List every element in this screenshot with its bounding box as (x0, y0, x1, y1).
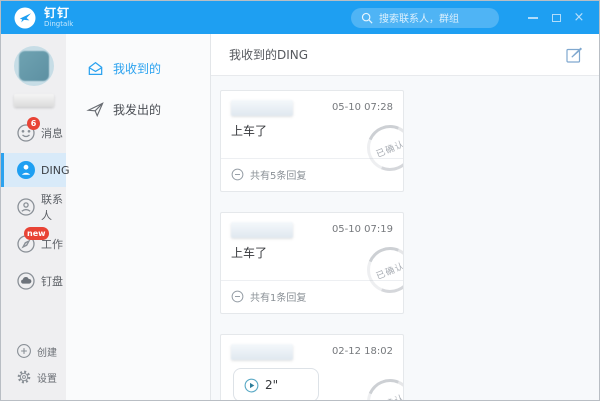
sender-name-blurred (231, 344, 293, 360)
card-reply-row[interactable]: 共有5条回复 (221, 158, 403, 191)
ding-card-voice[interactable]: 02-12 18:02 2" 已确认 点击到详情页回复 (220, 334, 404, 401)
work-new-badge: new (24, 227, 49, 240)
minimize-button[interactable] (527, 12, 539, 24)
sidebar: 6 消息 DING 联系人 (1, 34, 66, 400)
sidebar-item-ding[interactable]: DING (1, 153, 66, 187)
ding-icon (16, 160, 36, 180)
ding-card-list: 05-10 07:28 上车了 已确认 共有5条回复 (211, 76, 599, 401)
sender-name-blurred (231, 100, 293, 116)
search-icon (361, 12, 373, 24)
compose-ding-button[interactable] (565, 46, 583, 64)
nav-item-sent[interactable]: 我发出的 (66, 89, 210, 130)
sidebar-item-messages[interactable]: 6 消息 (1, 116, 66, 150)
close-button[interactable]: × (573, 12, 585, 24)
main-header: 我收到的DING (211, 34, 599, 76)
card-reply-row[interactable]: 共有1条回复 (221, 280, 403, 313)
app-logo: 钉钉 Dingtalk (13, 6, 73, 30)
voice-message-bubble[interactable]: 2" (233, 368, 319, 401)
cloud-icon (16, 271, 36, 291)
main-panel: 我收到的DING 05-10 07:28 上车了 已确认 (211, 34, 599, 400)
reply-circle-icon (231, 290, 244, 303)
sidebar-item-create[interactable]: 创建 (1, 338, 66, 364)
card-timestamp: 05-10 07:28 (332, 100, 393, 113)
card-timestamp: 05-10 07:19 (332, 222, 393, 235)
dingtalk-logo-icon (13, 6, 37, 30)
search-placeholder: 搜索联系人，群组 (379, 10, 459, 25)
search-input[interactable]: 搜索联系人，群组 (351, 8, 499, 28)
card-message-text: 上车了 (231, 122, 393, 142)
card-message-text: 上车了 (231, 244, 393, 264)
app-subname: Dingtalk (44, 21, 73, 28)
sidebar-item-work[interactable]: new 工作 (1, 227, 66, 261)
app-name: 钉钉 (44, 7, 73, 19)
ding-card[interactable]: 05-10 07:28 上车了 已确认 共有5条回复 (220, 90, 404, 192)
voice-duration: 2" (265, 378, 278, 392)
confirmed-stamp: 已确认 (360, 372, 404, 401)
user-name-blurred (14, 94, 54, 107)
paper-plane-icon (86, 100, 105, 119)
titlebar: 钉钉 Dingtalk 搜索联系人，群组 × (1, 1, 599, 34)
avatar[interactable] (14, 46, 54, 86)
reply-circle-icon (231, 168, 244, 181)
gear-icon (16, 369, 32, 385)
sidebar-item-contacts[interactable]: 联系人 (1, 190, 66, 224)
maximize-button[interactable] (550, 12, 562, 24)
plus-circle-icon (16, 343, 32, 359)
ding-card[interactable]: 05-10 07:19 上车了 已确认 共有1条回复 (220, 212, 404, 314)
nav-item-received[interactable]: 我收到的 (66, 48, 210, 89)
person-icon (16, 197, 36, 217)
page-title: 我收到的DING (229, 46, 308, 63)
sender-name-blurred (231, 222, 293, 238)
ding-nav-panel: 我收到的 我发出的 (66, 34, 211, 400)
dingtalk-window: 钉钉 Dingtalk 搜索联系人，群组 × (0, 0, 600, 401)
messages-unread-badge: 6 (27, 117, 40, 130)
play-icon[interactable] (244, 378, 259, 393)
sidebar-item-settings[interactable]: 设置 (1, 364, 66, 390)
inbox-envelope-icon (86, 59, 105, 78)
sidebar-item-drive[interactable]: 钉盘 (1, 264, 66, 298)
card-timestamp: 02-12 18:02 (332, 344, 393, 357)
window-controls: × (527, 12, 589, 24)
